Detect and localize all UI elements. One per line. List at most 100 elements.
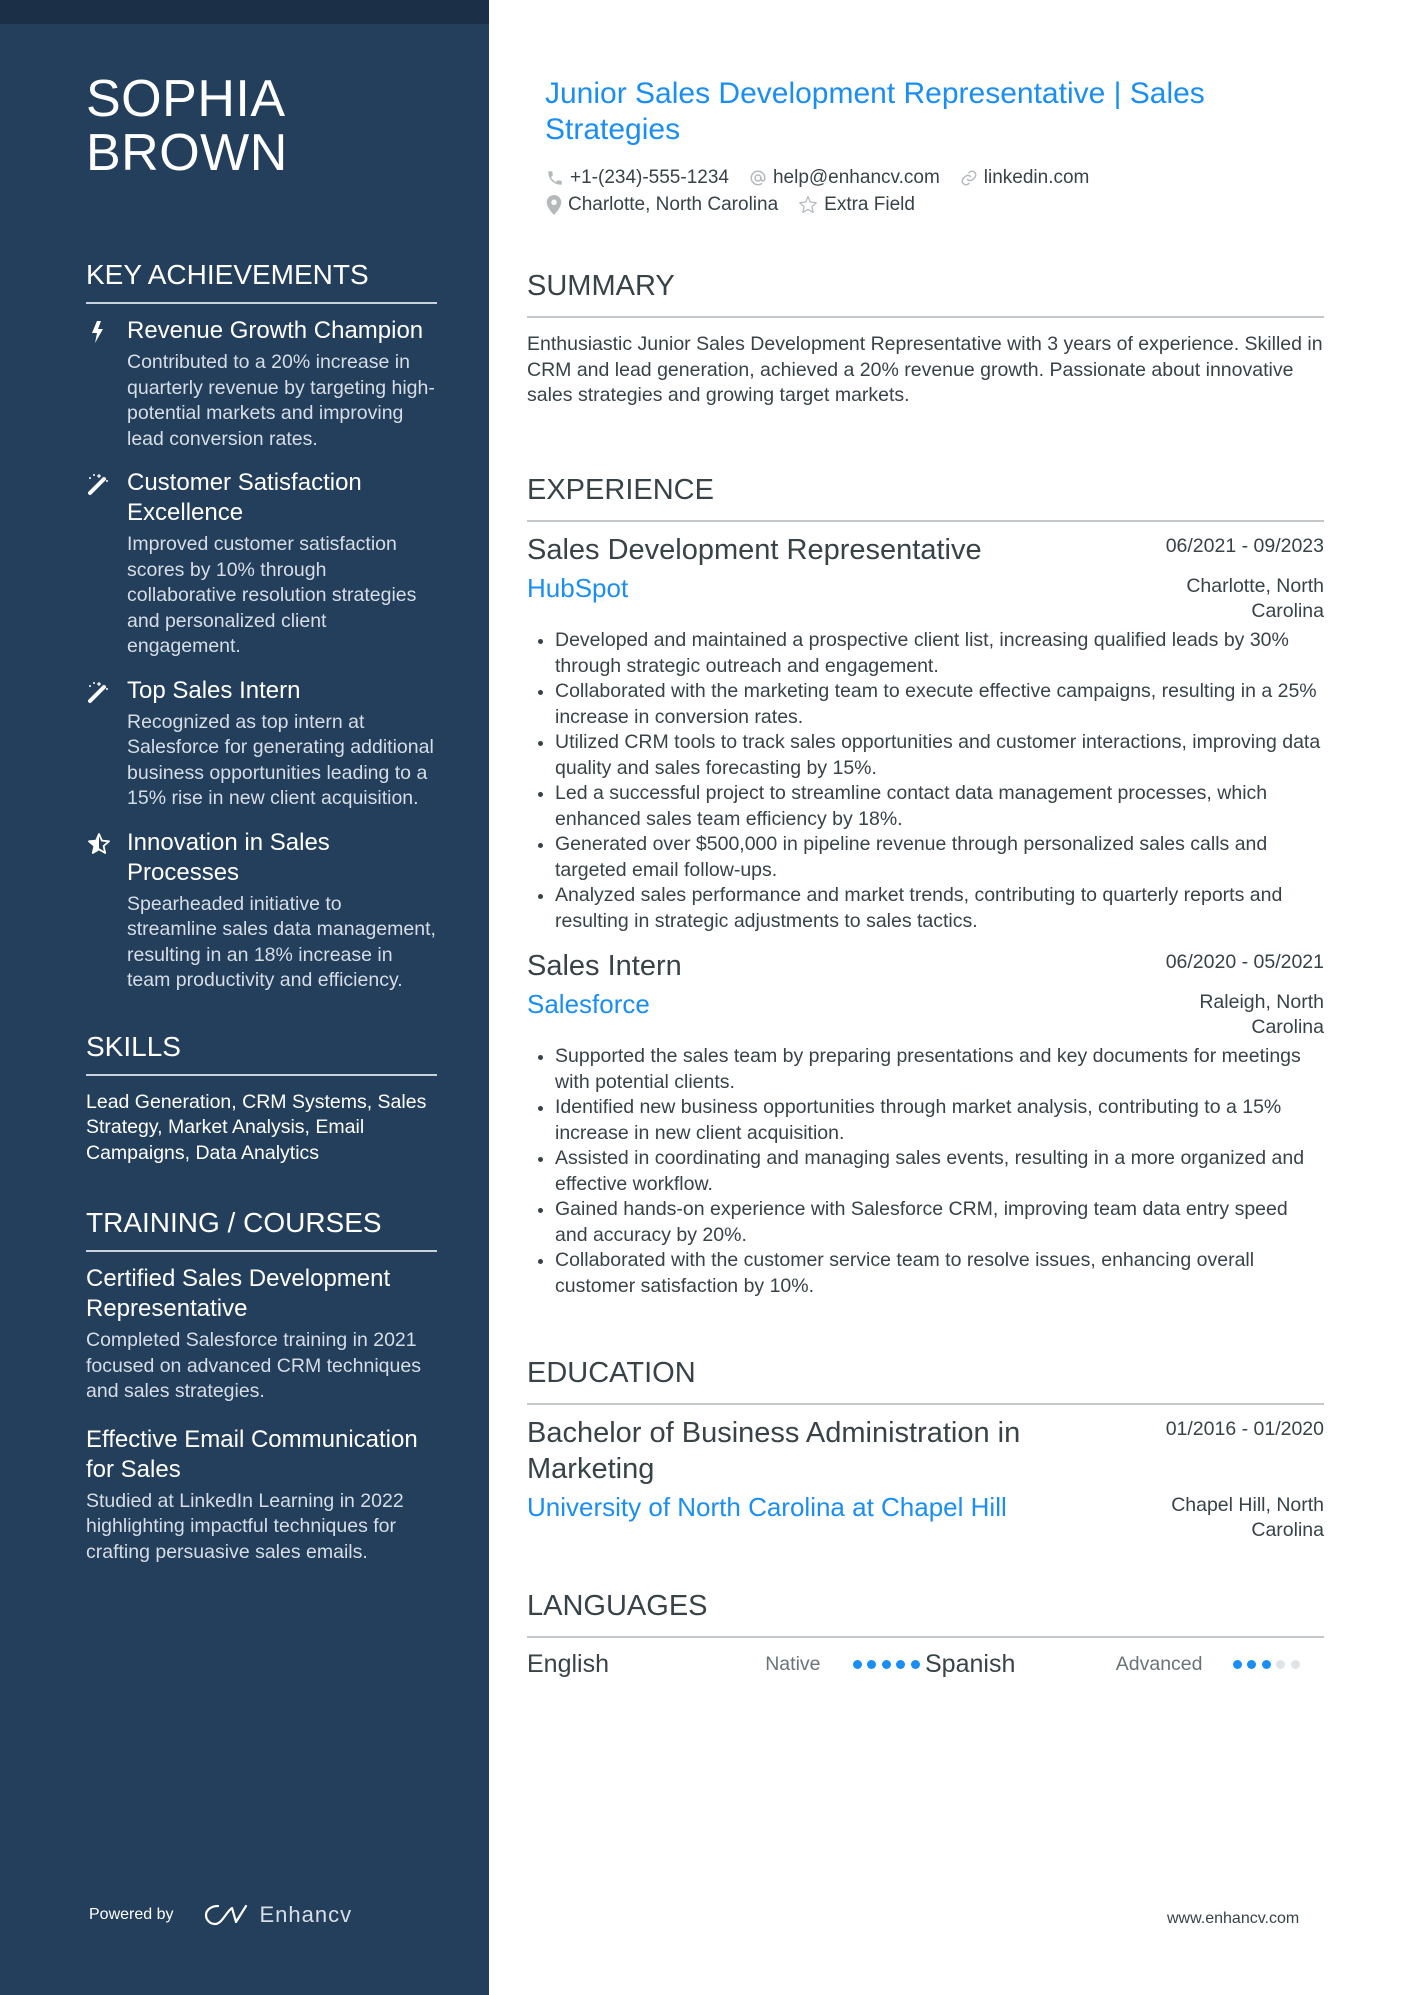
summary-text: Enthusiastic Junior Sales Development Re… xyxy=(527,333,1323,406)
rating-dot-filled xyxy=(1261,1660,1271,1669)
achievements-section: KEY ACHIEVEMENTS Revenue Growth Champion… xyxy=(86,258,437,994)
summary-heading: SUMMARY xyxy=(527,268,1324,318)
achievement-item: Customer Satisfaction Excellence Improve… xyxy=(86,468,437,660)
job-title: Sales Development Representative xyxy=(527,534,982,566)
contact-link[interactable]: linkedin.com xyxy=(960,166,1090,189)
job-bullets: Developed and maintained a prospective c… xyxy=(527,628,1324,934)
rating-dot-filled xyxy=(910,1660,920,1669)
link-text: linkedin.com xyxy=(983,166,1090,188)
link-icon xyxy=(961,170,977,185)
achievement-description: Spearheaded initiative to streamline sal… xyxy=(127,892,436,992)
bullet-item: Identified new business opportunities th… xyxy=(527,1095,1324,1146)
achievement-title: Revenue Growth Champion xyxy=(127,317,424,344)
language-item: Spanish Advanced xyxy=(925,1650,1305,1679)
bullet-item: Utilized CRM tools to track sales opport… xyxy=(527,730,1324,781)
training-section: TRAINING / COURSES Certified Sales Devel… xyxy=(86,1206,437,1565)
at-icon xyxy=(750,169,766,185)
magic-wand-icon xyxy=(87,472,111,496)
languages-heading: LANGUAGES xyxy=(527,1588,1324,1638)
language-item: English Native xyxy=(527,1650,925,1679)
job-company: Salesforce xyxy=(527,989,650,1019)
summary-section: SUMMARY Enthusiastic Junior Sales Develo… xyxy=(527,268,1324,409)
rating-dot-filled xyxy=(867,1660,876,1669)
contact-phone[interactable]: +1-(234)-555-1234 xyxy=(546,167,729,189)
course-item: Effective Email Communication for Sales … xyxy=(86,1425,437,1566)
candidate-name: SOPHIA BROWN xyxy=(86,72,437,180)
course-title: Certified Sales Development Representati… xyxy=(86,1265,391,1322)
bullet-item: Led a successful project to streamline c… xyxy=(527,781,1324,832)
phone-icon xyxy=(548,170,562,185)
achievement-item: Revenue Growth Champion Contributed to a… xyxy=(86,316,437,452)
bullet-item: Supported the sales team by preparing pr… xyxy=(527,1044,1324,1095)
skills-list: Lead Generation, CRM Systems, Sales Stra… xyxy=(86,1090,427,1164)
contact-extra: Extra Field xyxy=(798,194,915,216)
enhancv-logo[interactable]: Enhancv xyxy=(202,1902,353,1928)
language-rating xyxy=(852,1660,926,1669)
languages-section: LANGUAGES English Native Spanish Advanced xyxy=(527,1588,1324,1679)
achievement-title: Top Sales Intern xyxy=(127,676,301,704)
education-heading: EDUCATION xyxy=(527,1355,1324,1405)
achievement-title: Customer Satisfaction Excellence xyxy=(127,469,362,526)
education-section: EDUCATION Bachelor of Business Administr… xyxy=(527,1355,1324,1543)
bullet-item: Assisted in coordinating and managing sa… xyxy=(527,1146,1324,1197)
job-title-headline: Junior Sales Development Representative … xyxy=(545,77,1205,146)
job-bullets: Supported the sales team by preparing pr… xyxy=(527,1044,1324,1299)
footer-url[interactable]: www.enhancv.com xyxy=(1167,1910,1299,1928)
achievement-description: Contributed to a 20% increase in quarter… xyxy=(127,351,435,450)
bullet-item: Developed and maintained a prospective c… xyxy=(527,628,1324,679)
contact-email[interactable]: help@enhancv.com xyxy=(749,167,940,189)
rating-dot-filled xyxy=(852,1660,862,1669)
bullet-item: Collaborated with the customer service t… xyxy=(527,1248,1324,1299)
job-location: Charlotte, North Carolina xyxy=(1186,575,1324,622)
experience-heading: EXPERIENCE xyxy=(527,472,1324,522)
experience-section: EXPERIENCE Sales Development Representat… xyxy=(527,472,1324,1299)
course-title: Effective Email Communication for Sales xyxy=(86,1425,418,1483)
magic-wand-icon xyxy=(87,680,111,704)
bullet-item: Collaborated with the marketing team to … xyxy=(527,679,1324,730)
contact-location: Charlotte, North Carolina xyxy=(546,194,778,216)
language-level: Advanced xyxy=(1115,1653,1203,1675)
contact-info: +1-(234)-555-1234 help@enhancv.com linke… xyxy=(546,164,1306,218)
language-name: Spanish xyxy=(925,1650,1016,1678)
bullet-item: Analyzed sales performance and market tr… xyxy=(527,883,1324,934)
training-heading: TRAINING / COURSES xyxy=(86,1206,437,1252)
course-item: Certified Sales Development Representati… xyxy=(86,1264,437,1405)
education-dates: 01/2016 - 01/2020 xyxy=(1165,1418,1324,1440)
sidebar: SOPHIA BROWN KEY ACHIEVEMENTS Revenue Gr… xyxy=(0,0,489,1995)
skills-heading: SKILLS xyxy=(86,1030,437,1076)
rating-dot-filled xyxy=(896,1660,905,1669)
bullet-item: Generated over $500,000 in pipeline reve… xyxy=(527,832,1324,883)
course-description: Studied at LinkedIn Learning in 2022 hig… xyxy=(86,1489,404,1563)
rating-dot-empty xyxy=(1290,1660,1300,1669)
course-description: Completed Salesforce training in 2021 fo… xyxy=(86,1329,421,1402)
job-entry: Sales Development Representative 06/2021… xyxy=(527,532,1324,934)
language-name: English xyxy=(527,1650,609,1678)
sidebar-top-strip xyxy=(0,0,489,24)
job-company: HubSpot xyxy=(527,573,629,603)
achievements-heading: KEY ACHIEVEMENTS xyxy=(86,258,437,304)
location-pin-icon xyxy=(546,194,562,215)
rating-dot-filled xyxy=(1247,1660,1256,1669)
languages-list: English Native Spanish Advanced xyxy=(527,1650,1324,1679)
lightning-bolt-icon xyxy=(87,320,111,344)
enhancv-logo-icon xyxy=(204,1904,247,1926)
school: University of North Carolina at Chapel H… xyxy=(527,1492,1007,1522)
star-outline-icon xyxy=(799,195,818,213)
job-entry: Sales Intern 06/2020 - 05/2021 Salesforc… xyxy=(527,948,1324,1299)
extra-text: Extra Field xyxy=(824,193,915,215)
skills-section: SKILLS Lead Generation, CRM Systems, Sal… xyxy=(86,1030,437,1167)
achievement-title: Innovation in Sales Processes xyxy=(127,828,330,886)
location-text: Charlotte, North Carolina xyxy=(568,193,779,215)
achievement-item: Innovation in Sales Processes Spearheade… xyxy=(86,828,437,994)
achievement-description: Recognized as top intern at Salesforce f… xyxy=(127,710,434,810)
job-dates: 06/2020 - 05/2021 xyxy=(1165,951,1324,973)
language-rating xyxy=(1232,1660,1306,1669)
job-title: Sales Intern xyxy=(527,950,682,982)
name-last: BROWN xyxy=(86,124,288,182)
powered-by: Powered by Enhancv xyxy=(89,1902,352,1928)
bullet-item: Gained hands-on experience with Salesfor… xyxy=(527,1197,1324,1248)
powered-by-label: Powered by xyxy=(89,1906,174,1923)
email-text: help@enhancv.com xyxy=(772,166,940,188)
education-location: Chapel Hill, North Carolina xyxy=(1171,1494,1324,1541)
brand-name: Enhancv xyxy=(259,1902,353,1927)
